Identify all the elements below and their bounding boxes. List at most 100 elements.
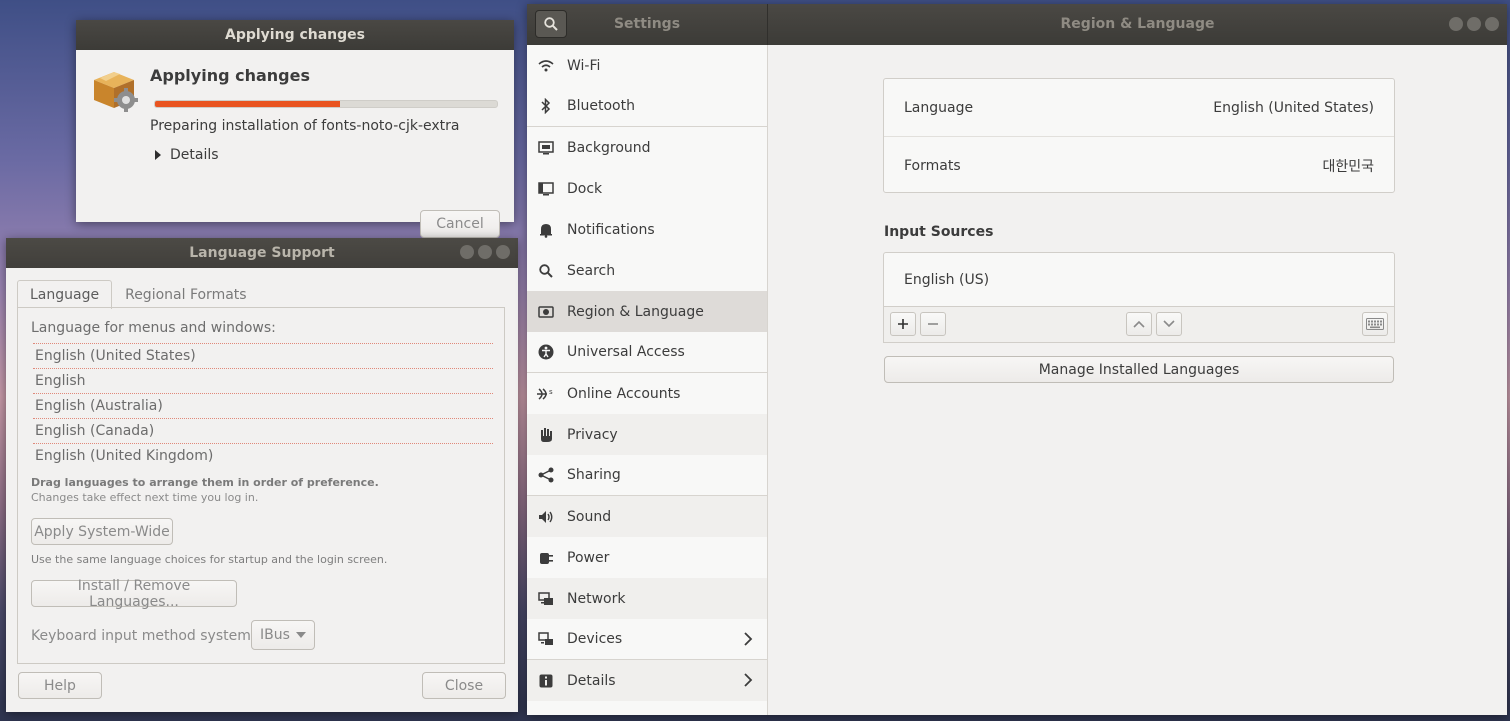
sidebar-label: Region & Language — [567, 303, 704, 320]
sidebar-item-sound[interactable]: Sound — [527, 496, 767, 537]
tab-regional-formats[interactable]: Regional Formats — [112, 280, 259, 309]
sidebar-label: Universal Access — [567, 344, 685, 360]
input-source-label: English (US) — [904, 271, 990, 288]
menu-language-label: Language for menus and windows: — [31, 320, 276, 336]
manage-installed-languages-button[interactable]: Manage Installed Languages — [884, 356, 1394, 383]
sidebar-item-search[interactable]: Search — [527, 250, 767, 291]
sidebar-item-region-language[interactable]: Region & Language — [527, 291, 767, 332]
applying-changes-window: Applying changes Applying changes Prepar… — [76, 20, 514, 238]
svg-text:s: s — [549, 388, 553, 396]
list-item[interactable]: English (United Kingdom) — [33, 443, 493, 468]
progress-fill — [155, 101, 340, 107]
apply-system-wide-button[interactable]: Apply System-Wide — [31, 518, 173, 545]
info-icon — [537, 672, 555, 690]
sidebar-item-notifications[interactable]: Notifications — [527, 209, 767, 250]
sidebar-item-background[interactable]: Background — [527, 127, 767, 168]
region-language-content: Language English (United States) Formats… — [768, 45, 1507, 715]
add-input-source-button[interactable] — [890, 312, 916, 336]
language-label: Language — [904, 99, 974, 116]
formats-value: 대한민국 — [1322, 158, 1374, 175]
input-method-select[interactable]: IBus — [251, 620, 315, 650]
sidebar-item-wifi[interactable]: Wi-Fi — [527, 45, 767, 86]
close-icon[interactable] — [496, 245, 510, 259]
close-button[interactable]: Close — [422, 672, 506, 699]
chevron-up-icon — [1133, 320, 1145, 328]
dropdown-arrow-icon — [296, 632, 306, 638]
sidebar-label: Sound — [567, 508, 612, 525]
install-remove-languages-button[interactable]: Install / Remove Languages... — [31, 578, 237, 610]
keyboard-layout-button[interactable] — [1362, 312, 1388, 336]
details-label: Details — [170, 147, 219, 163]
input-source-row[interactable]: English (US) — [884, 253, 1394, 306]
move-down-button[interactable] — [1156, 312, 1182, 336]
close-icon[interactable] — [1485, 17, 1499, 31]
package-gear-icon — [94, 72, 138, 112]
maximize-icon[interactable] — [1467, 17, 1481, 31]
sidebar-label: Sharing — [567, 467, 621, 483]
sidebar-item-online-accounts[interactable]: s Online Accounts — [527, 373, 767, 414]
same-choices-hint: Use the same language choices for startu… — [31, 553, 388, 566]
minimize-icon[interactable] — [460, 245, 474, 259]
sidebar-label: Wi-Fi — [567, 57, 601, 74]
page-title: Region & Language — [1060, 16, 1215, 32]
sidebar-item-power[interactable]: Power — [527, 537, 767, 578]
sidebar-label: Bluetooth — [567, 98, 635, 114]
apply-heading: Applying changes — [150, 66, 310, 85]
language-formats-box: Language English (United States) Formats… — [883, 78, 1395, 193]
list-item[interactable]: English (Canada) — [33, 418, 493, 443]
wifi-icon — [537, 57, 555, 75]
keyboard-icon — [1366, 318, 1384, 330]
sidebar-item-dock[interactable]: Dock — [527, 168, 767, 209]
sidebar-label: Details — [567, 672, 616, 689]
sidebar-item-sharing[interactable]: Sharing — [527, 455, 767, 496]
sidebar-item-bluetooth[interactable]: Bluetooth — [527, 86, 767, 127]
status-text: Preparing installation of fonts-noto-cjk… — [150, 118, 460, 134]
cancel-button[interactable]: Cancel — [420, 210, 500, 238]
list-item[interactable]: English (Australia) — [33, 393, 493, 418]
sidebar-label: Search — [567, 262, 616, 279]
move-up-button[interactable] — [1126, 312, 1152, 336]
chevron-right-icon — [744, 673, 753, 687]
list-item[interactable]: English (United States) — [33, 343, 493, 368]
power-icon — [537, 549, 555, 567]
chevron-down-icon — [1163, 320, 1175, 328]
language-support-window: Language Support Language Regional Forma… — [6, 238, 518, 712]
language-value: English (United States) — [1213, 99, 1374, 116]
sidebar-label: Devices — [567, 631, 623, 647]
sidebar-item-details[interactable]: Details — [527, 660, 767, 701]
formats-row[interactable]: Formats 대한민국 — [884, 136, 1394, 194]
list-item[interactable]: English — [33, 368, 493, 393]
language-panel: Language for menus and windows: English … — [17, 307, 505, 664]
bell-icon — [537, 221, 555, 239]
language-list[interactable]: English (United States) English English … — [33, 343, 493, 468]
sidebar-label: Power — [567, 549, 610, 566]
sidebar-label: Dock — [567, 180, 603, 197]
accessibility-icon — [537, 343, 555, 361]
input-method-value: IBus — [260, 627, 290, 643]
sidebar-item-privacy[interactable]: Privacy — [527, 414, 767, 455]
keyboard-input-label: Keyboard input method system: — [31, 628, 256, 644]
minimize-icon[interactable] — [1449, 17, 1463, 31]
details-expander[interactable]: Details — [154, 147, 219, 163]
devices-icon — [537, 630, 555, 648]
sidebar-item-devices[interactable]: Devices — [527, 619, 767, 660]
settings-sidebar: Wi-Fi Bluetooth Background Dock Notifica… — [527, 45, 768, 715]
maximize-icon[interactable] — [478, 245, 492, 259]
help-button[interactable]: Help — [18, 672, 102, 699]
minus-icon — [928, 323, 938, 325]
input-sources-list: English (US) — [883, 252, 1395, 307]
tab-language[interactable]: Language — [17, 280, 113, 309]
bluetooth-icon — [537, 97, 555, 115]
network-icon — [537, 590, 555, 608]
sidebar-label: Notifications — [567, 221, 655, 238]
sidebar-item-network[interactable]: Network — [527, 578, 767, 619]
settings-window: Settings Region & Language Wi-Fi Bluetoo… — [527, 4, 1507, 715]
language-row[interactable]: Language English (United States) — [884, 79, 1394, 136]
online-accounts-icon: s — [537, 385, 555, 403]
remove-input-source-button[interactable] — [920, 312, 946, 336]
share-icon — [537, 466, 555, 484]
sidebar-label: Online Accounts — [567, 385, 681, 402]
window-title: Language Support — [189, 245, 335, 261]
sidebar-item-universal-access[interactable]: Universal Access — [527, 332, 767, 373]
plus-icon — [898, 319, 908, 329]
